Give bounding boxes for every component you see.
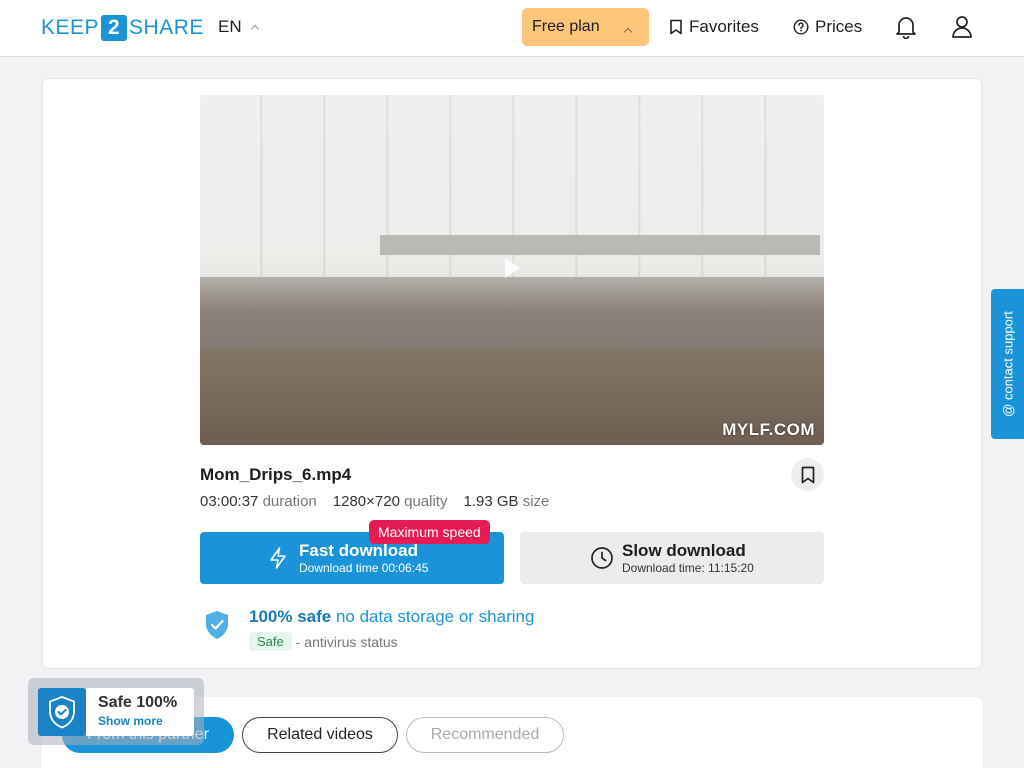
slow-download-label: Slow download <box>622 541 746 560</box>
file-quality: 1280×720 quality <box>333 493 448 510</box>
logo-text-2: 2 <box>101 15 128 41</box>
logo-text-share: SHARE <box>129 16 204 39</box>
safe-widget-show-more[interactable]: Show more <box>98 714 182 728</box>
tab-related-videos[interactable]: Related videos <box>242 717 398 753</box>
user-icon[interactable] <box>951 15 973 39</box>
slow-download-time: Download time: 11:15:20 <box>622 561 754 575</box>
contact-support-label: @ contact support <box>1000 311 1015 417</box>
duration-value: 03:00:37 <box>200 493 259 510</box>
file-size: 1.93 GB size <box>463 493 549 510</box>
file-duration: 03:00:37 duration <box>200 493 317 510</box>
play-icon[interactable] <box>505 258 520 278</box>
video-frame-counter <box>380 235 820 255</box>
clock-icon <box>591 547 613 569</box>
lightning-icon <box>270 547 286 569</box>
file-name: Mom_Drips_6.mp4 <box>200 465 352 484</box>
free-plan-button[interactable]: Free plan <box>522 8 649 46</box>
antivirus-status: Safe - antivirus status <box>249 632 398 651</box>
slow-download-button[interactable]: Slow download Download time: 11:15:20 <box>520 532 824 584</box>
video-preview[interactable]: MYLF.COM <box>200 95 824 445</box>
antivirus-safe-pill: Safe <box>249 632 292 651</box>
logo[interactable]: KEEP 2 SHARE <box>41 15 204 41</box>
size-label: size <box>522 493 550 510</box>
file-meta: 03:00:37 duration 1280×720 quality 1.93 … <box>200 493 549 510</box>
fast-download-time: Download time 00:06:45 <box>299 561 429 575</box>
quality-label: quality <box>404 493 448 510</box>
safety-strong: 100% safe <box>249 607 332 626</box>
logo-text-keep: KEEP <box>41 16 100 39</box>
video-watermark: MYLF.COM <box>722 420 815 439</box>
question-circle-icon <box>793 19 809 35</box>
free-plan-label: Free plan <box>532 18 600 35</box>
duration-label: duration <box>262 493 317 510</box>
antivirus-text: - antivirus status <box>295 633 398 650</box>
size-value: 1.93 GB <box>463 493 519 510</box>
bell-icon[interactable] <box>895 15 917 39</box>
safety-light: no data storage or sharing <box>335 607 535 626</box>
favorites-label: Favorites <box>689 17 759 36</box>
add-favorite-button[interactable] <box>791 458 824 491</box>
safe-widget-shield <box>38 688 86 736</box>
bookmark-icon <box>670 19 682 35</box>
tab-recommended[interactable]: Recommended <box>406 717 564 753</box>
chevron-up-icon <box>623 27 633 37</box>
shield-check-icon <box>206 611 228 639</box>
safe-badge-widget[interactable]: Safe 100% Show more <box>28 678 204 745</box>
shield-check-icon <box>49 696 75 729</box>
safe-widget-text: Safe 100% Show more <box>86 688 194 736</box>
prices-link[interactable]: Prices <box>793 17 862 37</box>
fast-download-label: Fast download <box>299 541 418 560</box>
safety-headline: 100% safe no data storage or sharing <box>249 607 534 627</box>
quality-value: 1280×720 <box>332 493 400 510</box>
maximum-speed-badge: Maximum speed <box>369 520 490 544</box>
prices-label: Prices <box>815 17 863 36</box>
favorites-link[interactable]: Favorites <box>669 17 759 37</box>
top-header: KEEP 2 SHARE EN Free plan Favorites Pric… <box>0 0 1024 57</box>
safe-widget-title: Safe 100% <box>98 694 178 711</box>
bookmark-icon <box>801 466 814 483</box>
language-selector[interactable]: EN <box>218 17 259 37</box>
language-label: EN <box>218 17 242 36</box>
chevron-up-icon <box>250 24 259 34</box>
contact-support-tab[interactable]: @ contact support <box>991 289 1024 439</box>
